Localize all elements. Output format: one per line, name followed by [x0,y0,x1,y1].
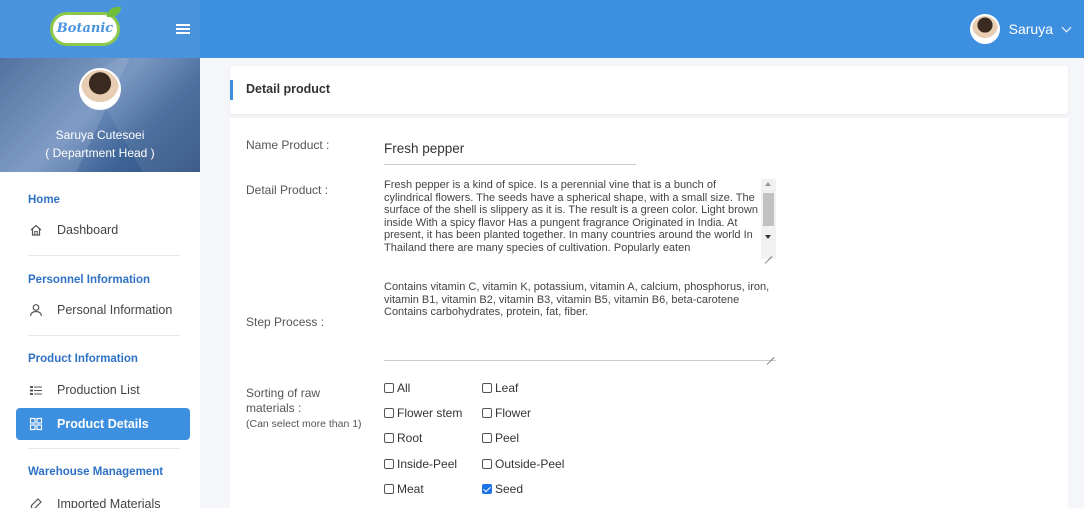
checkbox-flower[interactable]: Flower [482,406,531,420]
profile-name: Saruya Cutesoei [55,128,145,142]
sidebar-item-imported-materials[interactable]: Imported Materials [16,488,190,508]
checkbox-box[interactable] [482,484,492,494]
name-product-field[interactable]: Fresh pepper [384,141,636,165]
sidebar-item-production-list[interactable]: Production List [16,374,190,406]
sorting-label: Sorting of raw materials : (Can select m… [246,386,362,432]
profile-panel: Saruya Cutesoei ( Department Head ) [0,58,200,172]
checkbox-box[interactable] [482,459,492,469]
checkbox-label: Outside-Peel [495,457,565,471]
list-icon [28,382,44,398]
section-title-product: Product Information [28,353,138,365]
checkbox-inside-peel[interactable]: Inside-Peel [384,457,457,471]
checkbox-seed[interactable]: Seed [482,482,523,496]
step-process-textarea[interactable]: Contains vitamin C, vitamin K, potassium… [384,281,776,361]
checkbox-label: Leaf [495,381,519,395]
detail-product-textarea[interactable]: Fresh pepper is a kind of spice. Is a pe… [384,179,776,259]
user-menu[interactable]: Saruya [969,14,1072,44]
import-icon [28,496,44,508]
checkbox-label: Seed [495,482,524,496]
top-navbar: Botanic Saruya [0,0,1084,58]
leaf-icon [107,7,121,17]
profile-avatar [79,68,121,110]
checkbox-label: All [397,381,411,395]
divider [28,255,180,256]
sidebar-item-dashboard[interactable]: Dashboard [16,214,190,246]
checkbox-all[interactable]: All [384,381,410,395]
accent-bar [230,80,233,100]
checkbox-box[interactable] [384,408,394,418]
user-name: Saruya [1008,21,1053,37]
textarea-scrollbar[interactable] [761,179,776,259]
app-logo[interactable]: Botanic [50,7,121,46]
logo-text: Botanic [56,21,114,36]
checkbox-label: Inside-Peel [397,457,458,471]
checkbox-box[interactable] [482,408,492,418]
checkbox-box[interactable] [482,383,492,393]
sorting-label-line2: materials : [246,401,302,415]
divider [28,448,180,449]
checkbox-root[interactable]: Root [384,431,422,445]
resize-handle-icon[interactable] [766,351,774,359]
checkbox-meat[interactable]: Meat [384,482,424,496]
step-process-label: Step Process : [246,315,325,329]
name-product-label: Name Product : [246,138,330,152]
checkbox-box[interactable] [384,484,394,494]
sidebar-item-product-details[interactable]: Product Details [16,408,190,440]
sorting-hint: (Can select more than 1) [246,418,362,430]
checkbox-label: Flower [495,406,532,420]
resize-handle-icon[interactable] [764,250,772,258]
scroll-down-arrow-icon[interactable] [765,235,771,239]
checkbox-box[interactable] [384,383,394,393]
sidebar-item-personal-information[interactable]: Personal Information [16,294,190,326]
sidebar-item-label: Imported Materials [57,497,161,508]
divider [28,335,180,336]
checkbox-box[interactable] [384,459,394,469]
checkbox-label: Peel [495,431,520,445]
checkbox-peel[interactable]: Peel [482,431,519,445]
card-header: Detail product [230,66,1068,114]
checkbox-flower-stem[interactable]: Flower stem [384,406,462,420]
checkbox-leaf[interactable]: Leaf [482,381,518,395]
sidebar-item-label: Production List [57,383,140,397]
user-icon [28,302,44,318]
hamburger-menu-icon[interactable] [176,24,190,34]
sidebar-item-label: Product Details [57,417,149,431]
profile-role: ( Department Head ) [45,146,155,160]
logo-area: Botanic [0,0,200,58]
sorting-label-line1: Sorting of raw [246,386,321,400]
checkbox-label: Meat [397,482,424,496]
home-icon [28,222,44,238]
page-title: Detail product [246,82,331,96]
section-title-personnel: Personnel Information [28,274,151,286]
checkbox-label: Root [397,431,423,445]
detail-product-label: Detail Product : [246,183,329,197]
checkbox-box[interactable] [384,433,394,443]
section-title-warehouse: Warehouse Management [28,466,164,478]
checkbox-box[interactable] [482,433,492,443]
checkbox-label: Flower stem [397,406,463,420]
scroll-up-arrow-icon[interactable] [765,182,771,186]
grid-icon [28,416,44,432]
avatar [969,14,1000,44]
sidebar-item-label: Dashboard [57,223,119,237]
chevron-down-icon [1061,22,1072,32]
sidebar-item-label: Personal Information [57,303,173,317]
checkbox-outside-peel[interactable]: Outside-Peel [482,457,564,471]
scroll-thumb[interactable] [763,193,774,226]
section-title-home: Home [28,194,60,206]
